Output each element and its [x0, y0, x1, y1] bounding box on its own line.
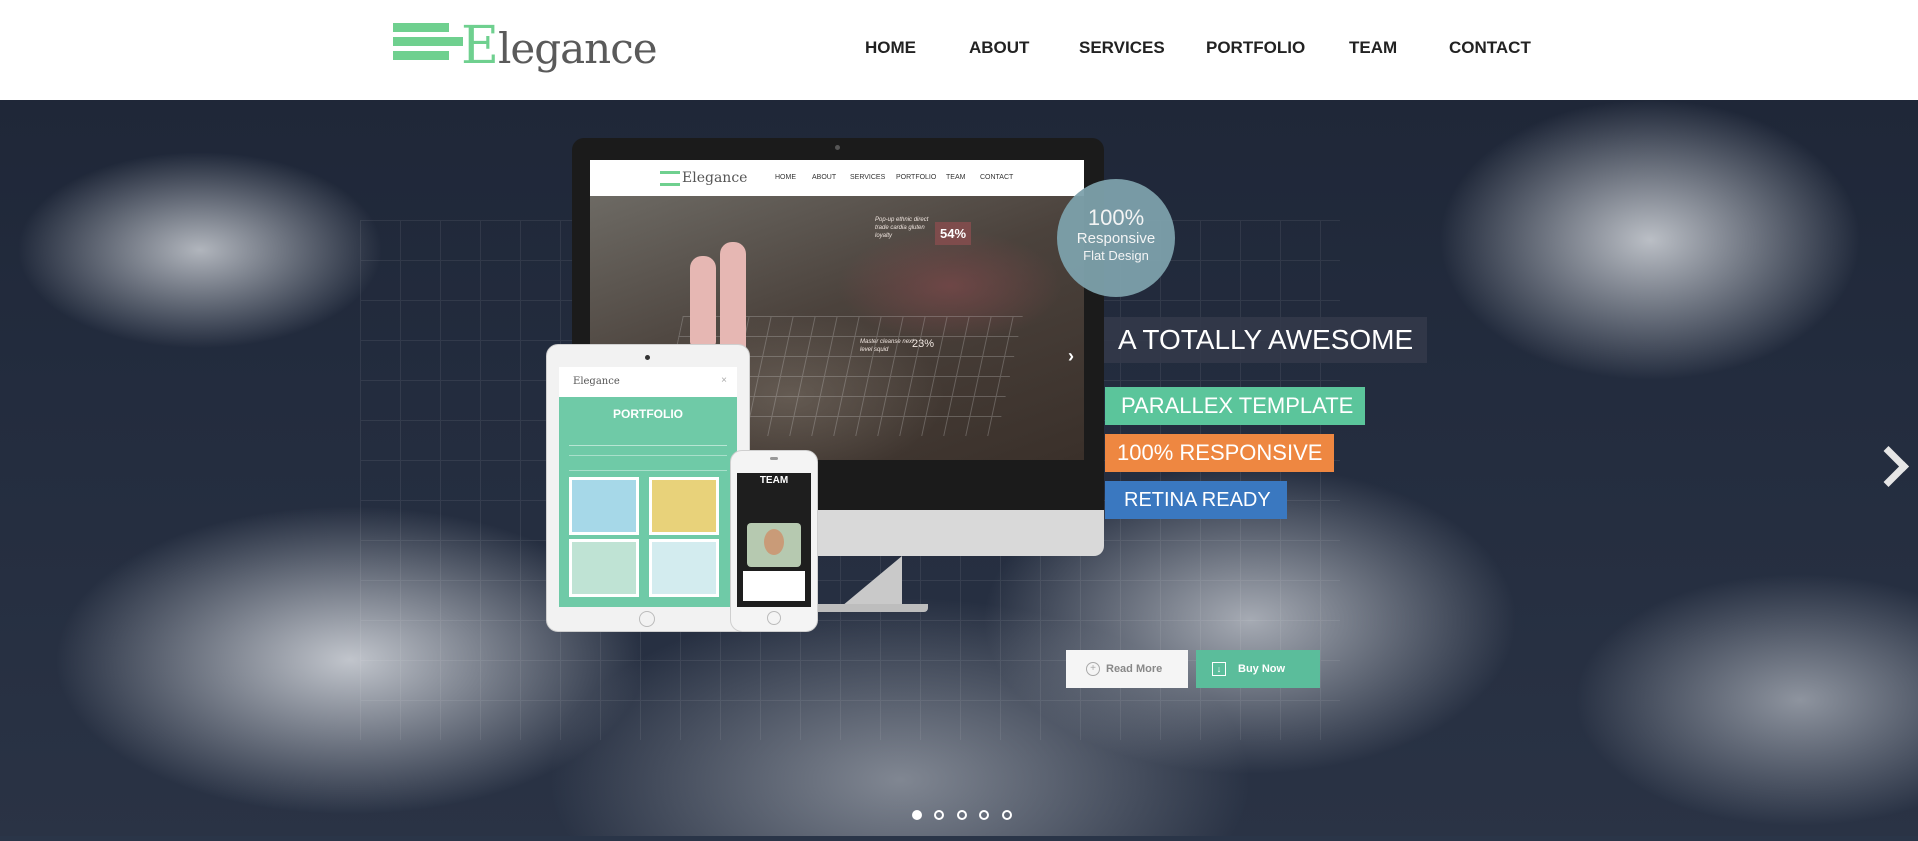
slider-dot[interactable]: [957, 810, 967, 820]
download-icon: ↓: [1212, 662, 1226, 676]
close-icon: ×: [721, 375, 727, 386]
team-member-card: [743, 571, 805, 601]
buy-now-label: Buy Now: [1238, 663, 1286, 675]
mini-nav-item: SERVICES: [850, 174, 886, 181]
mini-nav-item: ABOUT: [812, 174, 837, 181]
mini-site-header: Elegance HOME ABOUT SERVICES PORTFOLIO T…: [590, 160, 1084, 196]
phone-section-title: TEAM: [759, 475, 789, 486]
responsive-badge: 100% Responsive Flat Design: [1057, 179, 1175, 297]
main-nav: HOME ABOUT SERVICES PORTFOLIO TEAM CONTA…: [0, 38, 1918, 62]
mini-nav-item: PORTFOLIO: [896, 174, 937, 181]
chevron-right-icon[interactable]: [1866, 442, 1906, 492]
feature-tag: 100% RESPONSIVE: [1105, 434, 1335, 472]
nav-item-team[interactable]: TEAM: [1349, 38, 1397, 58]
plus-circle-icon: +: [1086, 662, 1100, 676]
portfolio-tile: [649, 539, 719, 597]
portfolio-tile: [569, 477, 639, 535]
tablet-section-title: PORTFOLIO: [613, 407, 683, 421]
mini-logo: Elegance: [660, 170, 747, 186]
read-more-label: Read More: [1106, 663, 1163, 675]
stat-text: 23%: [912, 338, 935, 350]
monitor-stand-base: [802, 604, 928, 612]
hero-bottom-border: [0, 836, 1918, 841]
home-button-icon: [767, 611, 781, 625]
portfolio-tile: [649, 477, 719, 535]
logo-stripe: [393, 23, 449, 32]
slider-dot[interactable]: [912, 810, 922, 820]
nav-item-portfolio[interactable]: PORTFOLIO: [1206, 38, 1305, 58]
monitor-stand: [842, 556, 902, 606]
slider-dot[interactable]: [1002, 810, 1012, 820]
buy-now-button[interactable]: ↓ Buy Now: [1196, 650, 1320, 688]
nav-item-services[interactable]: SERVICES: [1079, 38, 1165, 58]
headline-tag: A TOTALLY AWESOME: [1104, 317, 1428, 363]
tablet-divider: [569, 429, 727, 446]
feature-tag: PARALLEX TEMPLATE: [1105, 387, 1366, 425]
mini-nav-item: HOME: [775, 174, 796, 181]
badge-line: Responsive: [1076, 230, 1156, 247]
slider-dot[interactable]: [979, 810, 989, 820]
nav-item-home[interactable]: HOME: [865, 38, 916, 58]
slider-dot[interactable]: [934, 810, 944, 820]
site-header: Elegance HOME ABOUT SERVICES PORTFOLIO T…: [0, 0, 1918, 100]
mini-next-icon: ›: [1068, 346, 1074, 366]
nav-item-about[interactable]: ABOUT: [969, 38, 1029, 58]
tablet-screen: Elegance × PORTFOLIO: [559, 367, 737, 607]
nav-item-contact[interactable]: CONTACT: [1449, 38, 1531, 58]
phone-screen: TEAM: [737, 473, 811, 607]
read-more-button[interactable]: + Read More: [1066, 650, 1188, 688]
portfolio-tile: [569, 539, 639, 597]
mini-caption: Master cleanse next level squid: [860, 339, 914, 353]
mini-nav-item: CONTACT: [980, 174, 1014, 181]
badge-line: Flat Design: [1083, 248, 1149, 263]
mini-caption: Pop-up ethnic direct trade cardia gluten…: [875, 217, 929, 239]
camera-dot: [835, 145, 840, 150]
person-figure: [720, 242, 746, 352]
mini-nav-item: TEAM: [946, 174, 966, 181]
camera-dot: [645, 355, 650, 360]
tablet-mockup: Elegance × PORTFOLIO: [546, 344, 750, 632]
feature-tag: RETINA READY: [1105, 481, 1287, 519]
stat-badge: 54%: [935, 222, 972, 245]
badge-percent: 100%: [1087, 205, 1145, 230]
home-button-icon: [639, 611, 655, 627]
team-member-photo: [747, 523, 801, 567]
person-figure: [690, 256, 716, 346]
tablet-filter-bar: [569, 455, 727, 471]
tablet-header: Elegance ×: [559, 367, 737, 397]
tablet-logo: Elegance: [573, 376, 620, 387]
phone-mockup: TEAM: [730, 450, 818, 632]
speaker-icon: [770, 457, 778, 460]
